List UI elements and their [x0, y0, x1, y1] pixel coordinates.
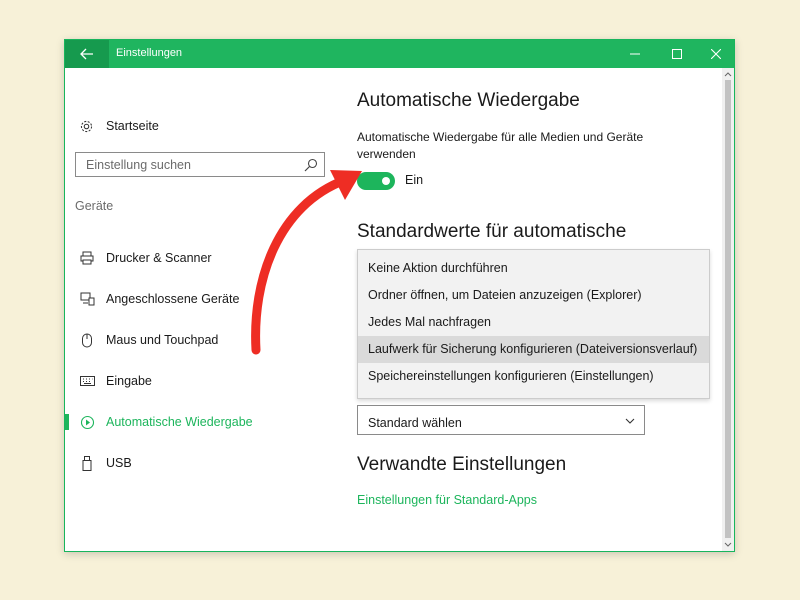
dropdown-option[interactable]: Ordner öffnen, um Dateien anzuzeigen (Ex…: [358, 282, 709, 309]
sidebar-item-label: Eingabe: [106, 374, 152, 388]
defaults-heading: Standardwerte für automatische: [357, 221, 627, 242]
minimize-button[interactable]: [612, 40, 658, 68]
back-button[interactable]: [65, 40, 109, 68]
autoplay-icon: [79, 414, 95, 430]
dropdown-option[interactable]: Jedes Mal nachfragen: [358, 309, 709, 336]
close-icon: [711, 49, 721, 59]
minimize-icon: [630, 53, 640, 55]
sidebar-item-label: Drucker & Scanner: [106, 251, 212, 265]
sidebar-item-autoplay[interactable]: Automatische Wiedergabe: [65, 408, 345, 436]
sidebar-item-printers[interactable]: Drucker & Scanner: [65, 244, 345, 272]
autoplay-description: Automatische Wiedergabe für alle Medien …: [357, 130, 644, 161]
printer-icon: [79, 250, 95, 266]
dropdown-option[interactable]: Speichereinstellungen konfigurieren (Ein…: [358, 363, 709, 390]
sidebar-home[interactable]: Startseite: [78, 118, 159, 134]
toggle-state-label: Ein: [405, 173, 424, 187]
settings-window: Einstellungen Startseite Geräte Drucke: [64, 39, 735, 552]
window-title: Einstellungen: [116, 47, 183, 59]
dropdown-list: Keine Aktion durchführen Ordner öffnen, …: [357, 249, 710, 399]
toggle-knob: [382, 177, 390, 185]
back-arrow-icon: [80, 48, 93, 60]
devices-icon: [79, 291, 95, 307]
sidebar-home-label: Startseite: [106, 119, 159, 133]
active-indicator: [65, 414, 69, 430]
default-select[interactable]: Standard wählen: [357, 405, 645, 435]
gear-icon: [78, 118, 94, 134]
usb-icon: [79, 455, 95, 471]
keyboard-icon: [79, 373, 95, 389]
search-input[interactable]: [76, 153, 316, 176]
scroll-up-icon: [724, 72, 732, 77]
maximize-icon: [672, 49, 682, 59]
default-apps-link[interactable]: Einstellungen für Standard-Apps: [357, 493, 537, 507]
close-button[interactable]: [693, 40, 739, 68]
scrollbar-thumb[interactable]: [725, 80, 731, 538]
sidebar-item-label: USB: [106, 456, 132, 470]
page-title: Automatische Wiedergabe: [357, 90, 580, 111]
default-select-value: Standard wählen: [368, 416, 462, 430]
chevron-down-icon: [625, 418, 635, 424]
title-bar: Einstellungen: [65, 40, 734, 68]
sidebar-item-usb[interactable]: USB: [65, 449, 345, 477]
sidebar-item-label: Maus und Touchpad: [106, 333, 219, 347]
sidebar-item-connected-devices[interactable]: Angeschlossene Geräte: [65, 285, 345, 313]
sidebar-section-label: Geräte: [75, 199, 114, 213]
autoplay-toggle[interactable]: [357, 172, 395, 190]
search-icon: [304, 158, 318, 172]
main-content: Automatische Wiedergabe Automatische Wie…: [357, 68, 719, 551]
sidebar: Startseite Geräte Drucker & Scanner Ange…: [65, 68, 345, 551]
dropdown-option[interactable]: Keine Aktion durchführen: [358, 255, 709, 282]
mouse-icon: [79, 332, 95, 348]
sidebar-item-label: Angeschlossene Geräte: [106, 292, 240, 306]
sidebar-item-mouse[interactable]: Maus und Touchpad: [65, 326, 345, 354]
sidebar-item-input[interactable]: Eingabe: [65, 367, 345, 395]
dropdown-option-highlighted[interactable]: Laufwerk für Sicherung konfigurieren (Da…: [358, 336, 709, 363]
related-settings-heading: Verwandte Einstellungen: [357, 454, 567, 475]
sidebar-item-label: Automatische Wiedergabe: [106, 415, 253, 429]
scrollbar[interactable]: [722, 68, 734, 551]
search-box[interactable]: [75, 152, 325, 177]
scroll-down-icon: [724, 542, 732, 547]
